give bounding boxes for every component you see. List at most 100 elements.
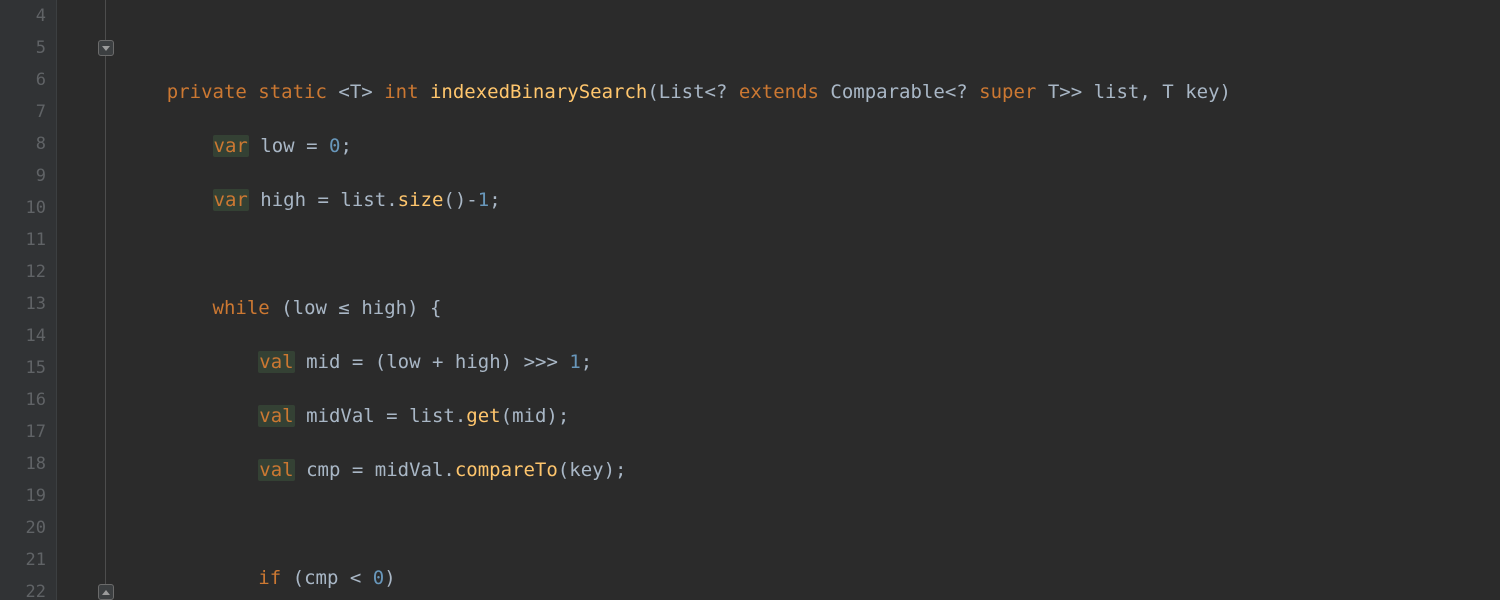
paren-close: ) bbox=[604, 459, 615, 481]
line-number: 9 bbox=[0, 160, 56, 192]
generic-close: >> bbox=[1059, 81, 1082, 103]
generic-open: < bbox=[338, 81, 349, 103]
fold-toggle-icon[interactable] bbox=[98, 584, 114, 600]
line-number: 13 bbox=[0, 288, 56, 320]
method-compareto: compareTo bbox=[455, 459, 558, 481]
paren-open: ( bbox=[281, 297, 292, 319]
keyword-private: private bbox=[167, 81, 247, 103]
code-line[interactable]: val mid = (low + high) >>> 1; bbox=[121, 346, 1500, 378]
paren-open: ( bbox=[558, 459, 569, 481]
keyword-super: super bbox=[979, 81, 1036, 103]
keyword-extends: extends bbox=[739, 81, 819, 103]
code-line[interactable]: val cmp = midVal.compareTo(key); bbox=[121, 454, 1500, 486]
plus: + bbox=[432, 351, 443, 373]
equals: = bbox=[352, 351, 363, 373]
code-line[interactable]: private static <T> int indexedBinarySear… bbox=[121, 76, 1500, 108]
paren-open: ( bbox=[501, 405, 512, 427]
param-key: key bbox=[1185, 81, 1219, 103]
line-number-gutter: 4 5 6 7 8 9 10 11 12 13 14 15 16 17 18 1… bbox=[0, 0, 56, 600]
identifier: cmp bbox=[304, 567, 338, 589]
line-number: 15 bbox=[0, 352, 56, 384]
line-number: 12 bbox=[0, 256, 56, 288]
brace-open: { bbox=[430, 297, 441, 319]
equals: = bbox=[352, 459, 363, 481]
dot: . bbox=[455, 405, 466, 427]
keyword-int: int bbox=[384, 81, 418, 103]
line-number: 10 bbox=[0, 192, 56, 224]
var-high: high bbox=[260, 189, 306, 211]
line-number: 7 bbox=[0, 96, 56, 128]
generic-close: > bbox=[361, 81, 372, 103]
number-zero: 0 bbox=[329, 135, 340, 157]
method-size: size bbox=[398, 189, 444, 211]
code-line[interactable] bbox=[121, 22, 1500, 54]
line-number: 17 bbox=[0, 416, 56, 448]
line-number: 22 bbox=[0, 576, 56, 600]
identifier: low bbox=[293, 297, 327, 319]
method-name: indexedBinarySearch bbox=[430, 81, 647, 103]
line-number: 11 bbox=[0, 224, 56, 256]
line-number: 6 bbox=[0, 64, 56, 96]
paren-close: ) bbox=[407, 297, 418, 319]
dot: . bbox=[386, 189, 397, 211]
line-number: 8 bbox=[0, 128, 56, 160]
paren-open: ( bbox=[375, 351, 386, 373]
line-number: 20 bbox=[0, 512, 56, 544]
type-list: List bbox=[659, 81, 705, 103]
line-number: 21 bbox=[0, 544, 56, 576]
code-line[interactable]: var high = list.size()-1; bbox=[121, 184, 1500, 216]
line-number: 5 bbox=[0, 32, 56, 64]
equals: = bbox=[306, 135, 317, 157]
semicolon: ; bbox=[615, 459, 626, 481]
type-param: T bbox=[1162, 81, 1173, 103]
code-line[interactable]: if (cmp < 0) bbox=[121, 562, 1500, 594]
dot: . bbox=[443, 459, 454, 481]
code-line[interactable]: var low = 0; bbox=[121, 130, 1500, 162]
number-one: 1 bbox=[569, 351, 580, 373]
comma: , bbox=[1139, 81, 1150, 103]
number-zero: 0 bbox=[373, 567, 384, 589]
code-area[interactable]: private static <T> int indexedBinarySear… bbox=[121, 0, 1500, 600]
line-number: 16 bbox=[0, 384, 56, 416]
op-ushr: >>> bbox=[524, 351, 558, 373]
semicolon: ; bbox=[558, 405, 569, 427]
identifier: key bbox=[569, 459, 603, 481]
code-line[interactable] bbox=[121, 508, 1500, 540]
identifier: low bbox=[386, 351, 420, 373]
semicolon: ; bbox=[489, 189, 500, 211]
op-lt: < bbox=[350, 567, 361, 589]
keyword-val: val bbox=[258, 351, 294, 373]
paren-open: ( bbox=[647, 81, 658, 103]
type-comparable: Comparable bbox=[830, 81, 944, 103]
keyword-while: while bbox=[213, 297, 270, 319]
wildcard-open: <? bbox=[705, 81, 728, 103]
keyword-var: var bbox=[213, 189, 249, 211]
identifier: high bbox=[455, 351, 501, 373]
semicolon: ; bbox=[340, 135, 351, 157]
keyword-var: var bbox=[213, 135, 249, 157]
equals: = bbox=[386, 405, 397, 427]
paren-close: ) bbox=[501, 351, 512, 373]
type-param: T bbox=[350, 81, 361, 103]
parens: () bbox=[443, 189, 466, 211]
code-editor[interactable]: 4 5 6 7 8 9 10 11 12 13 14 15 16 17 18 1… bbox=[0, 0, 1500, 600]
code-line[interactable]: while (low ≤ high) { bbox=[121, 292, 1500, 324]
keyword-if: if bbox=[258, 567, 281, 589]
op-leq: ≤ bbox=[338, 297, 349, 319]
code-line[interactable]: val midVal = list.get(mid); bbox=[121, 400, 1500, 432]
semicolon: ; bbox=[581, 351, 592, 373]
var-cmp: cmp bbox=[306, 459, 340, 481]
keyword-val: val bbox=[258, 405, 294, 427]
paren-close: ) bbox=[384, 567, 395, 589]
type-param: T bbox=[1048, 81, 1059, 103]
identifier: high bbox=[361, 297, 407, 319]
code-line[interactable] bbox=[121, 238, 1500, 270]
fold-guide-line bbox=[105, 0, 106, 600]
fold-toggle-icon[interactable] bbox=[98, 40, 114, 56]
paren-close: ) bbox=[546, 405, 557, 427]
identifier: mid bbox=[512, 405, 546, 427]
identifier: list bbox=[409, 405, 455, 427]
line-number: 14 bbox=[0, 320, 56, 352]
equals: = bbox=[318, 189, 329, 211]
param-list: list bbox=[1094, 81, 1140, 103]
